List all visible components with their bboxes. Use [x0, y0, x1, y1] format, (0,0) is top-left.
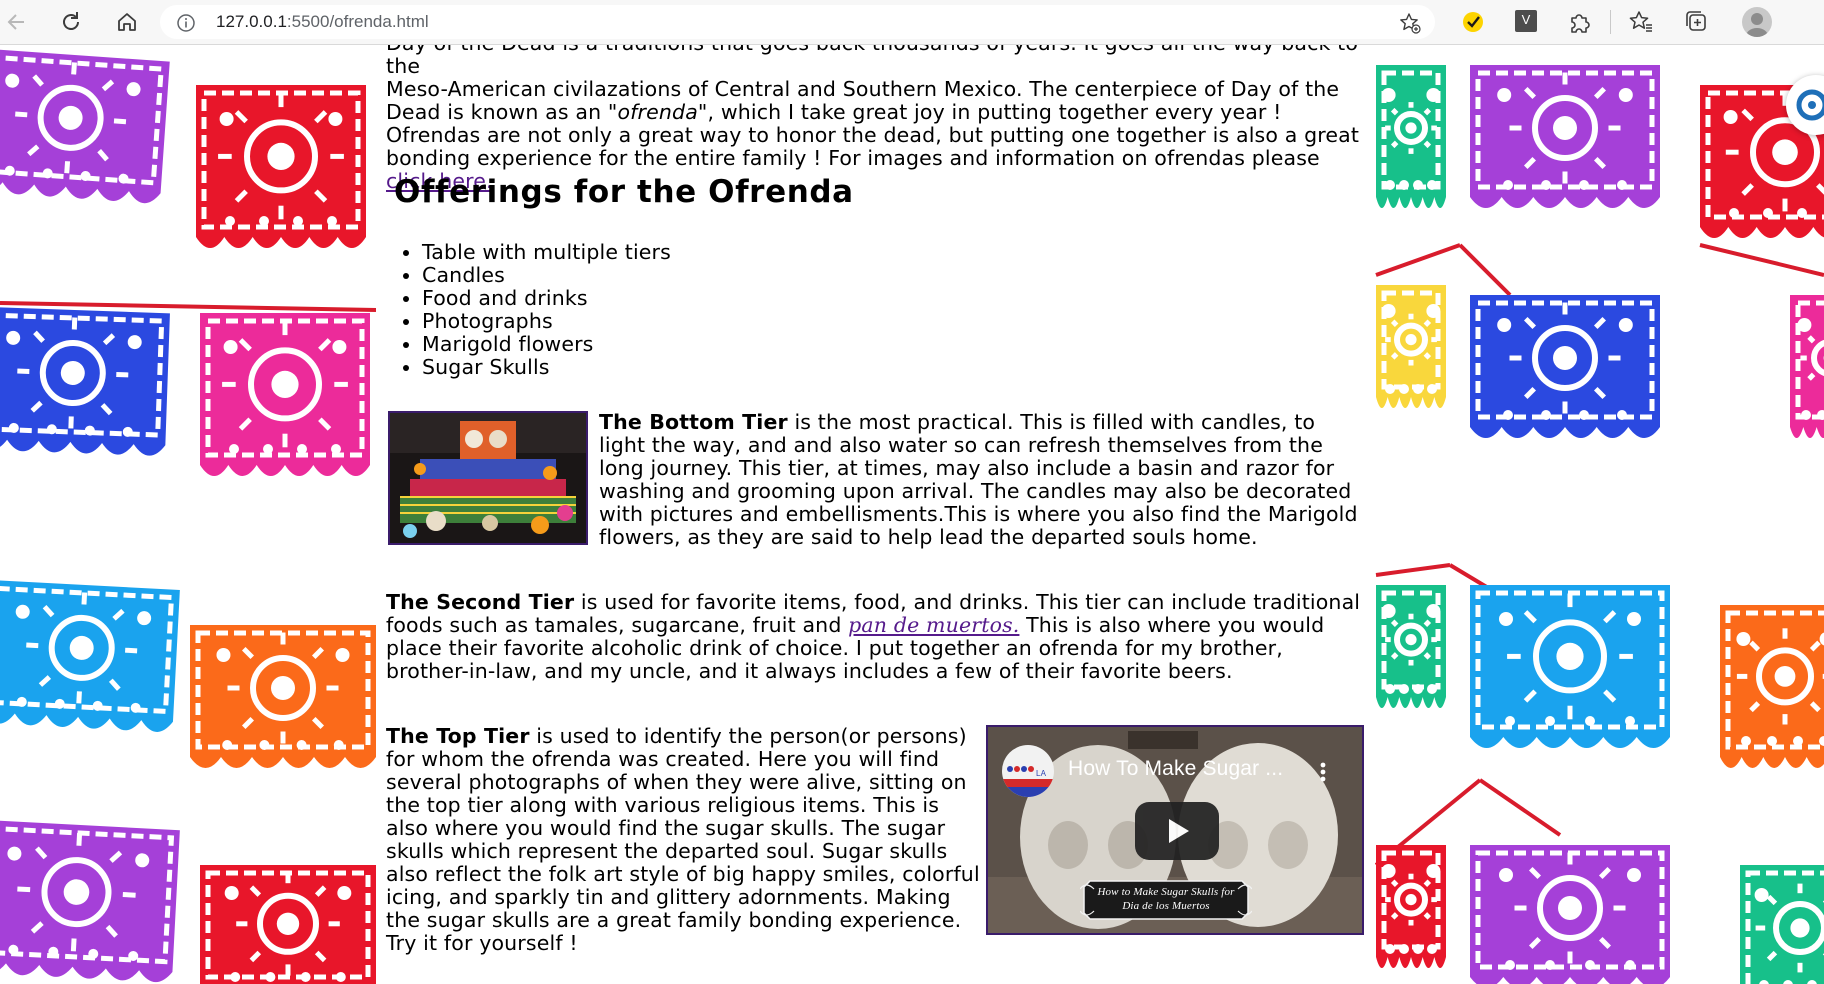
- banner-flag-pink: [1790, 295, 1824, 438]
- video-caption-banner: How to Make Sugar Skulls for Dia de los M…: [1080, 877, 1252, 923]
- toolbar-divider: [1610, 10, 1611, 34]
- intro-line-top: Day of the Dead is a traditions that goe…: [386, 45, 1358, 78]
- channel-logo[interactable]: LA: [1002, 745, 1054, 797]
- side-assistant-bubble[interactable]: [1786, 75, 1824, 135]
- favorites-icon[interactable]: [1628, 9, 1654, 39]
- offering-item: Table with multiple tiers: [422, 241, 671, 264]
- channel-logo-text: LA: [1036, 769, 1047, 778]
- browser-toolbar: 127.0.0.1:5500/ofrenda.html V: [0, 0, 1824, 45]
- video-title[interactable]: How To Make Sugar ...: [1068, 757, 1283, 780]
- top-tier-text: is used to identify the person(or person…: [386, 724, 980, 955]
- intro-paragraph: Day of the Dead is a traditions that goe…: [386, 45, 1366, 193]
- banner-flag-purple: [0, 48, 170, 204]
- offerings-list: Table with multiple tiersCandlesFood and…: [386, 241, 671, 379]
- url-text[interactable]: 127.0.0.1:5500/ofrenda.html: [216, 12, 429, 32]
- page-viewport: Day of the Dead is a traditions that goe…: [0, 45, 1824, 984]
- banner-flag-blue: [1470, 295, 1660, 438]
- info-icon[interactable]: [176, 13, 196, 37]
- banner-string: [0, 301, 377, 312]
- bottom-tier-title: The Bottom Tier: [599, 410, 788, 434]
- offerings-heading: Offerings for the Ofrenda: [394, 174, 854, 210]
- url-host: 127.0.0.1: [216, 12, 287, 31]
- banner-string: [1478, 778, 1562, 837]
- banner-flag-purple: [1470, 845, 1670, 984]
- banner-flag-pink: [200, 313, 370, 476]
- banner-flag-lightblue: [1470, 585, 1670, 748]
- play-icon: [1169, 819, 1189, 843]
- banner-flag-teal: [1376, 65, 1446, 208]
- top-tier-title: The Top Tier: [386, 724, 530, 748]
- banner-string: [1375, 563, 1451, 577]
- youtube-video-embed[interactable]: LA How To Make Sugar ... How to Make Sug…: [986, 725, 1364, 935]
- back-arrow-icon[interactable]: [2, 8, 32, 36]
- v-extension-icon[interactable]: V: [1514, 9, 1538, 37]
- banner-flag-teal: [1740, 865, 1824, 984]
- puzzle-icon[interactable]: [1566, 9, 1592, 39]
- offering-item: Sugar Skulls: [422, 356, 671, 379]
- bottom-tier-paragraph: The Bottom Tier is the most practical. T…: [599, 411, 1367, 549]
- banner-string: [1699, 243, 1824, 277]
- address-bar[interactable]: 127.0.0.1:5500/ofrenda.html: [160, 5, 1435, 39]
- url-path: :5500/ofrenda.html: [286, 12, 429, 31]
- banner-string: [1375, 243, 1461, 277]
- banner-flag-red: [200, 865, 376, 984]
- second-tier-title: The Second Tier: [386, 590, 575, 614]
- pan-de-muertos-link-text: pan de muertos.: [848, 613, 1020, 637]
- star-add-icon[interactable]: [1399, 12, 1421, 38]
- banner-flag-yellow: [1376, 285, 1446, 408]
- banner-string: [1458, 243, 1512, 297]
- offering-item: Candles: [422, 264, 671, 287]
- top-tier-paragraph: The Top Tier is used to identify the per…: [386, 725, 986, 955]
- offering-item: Food and drinks: [422, 287, 671, 310]
- banner-flag-teal: [1376, 585, 1446, 708]
- banner-flag-red: [196, 85, 366, 248]
- banner-flag-blue: [0, 306, 170, 456]
- play-button[interactable]: [1135, 802, 1219, 860]
- reload-icon[interactable]: [56, 8, 86, 36]
- second-tier-paragraph: The Second Tier is used for favorite ite…: [386, 591, 1366, 683]
- norton-check-icon[interactable]: [1460, 9, 1486, 39]
- offering-item: Photographs: [422, 310, 671, 333]
- offering-item: Marigold flowers: [422, 333, 671, 356]
- caption-line-2: Dia de los Muertos: [1122, 900, 1210, 912]
- v-extension-label: V: [1521, 12, 1531, 27]
- banner-flag-orange: [1720, 605, 1824, 768]
- home-icon[interactable]: [112, 8, 142, 36]
- main-content: Day of the Dead is a traditions that goe…: [376, 45, 1375, 955]
- caption-line-1: How to Make Sugar Skulls for: [1097, 886, 1235, 898]
- more-options-icon[interactable]: [1319, 761, 1327, 788]
- ofrenda-photo: [388, 411, 588, 545]
- profile-avatar-icon[interactable]: [1742, 7, 1772, 37]
- pan-de-muertos-link[interactable]: pan de muertos.: [848, 613, 1019, 637]
- banner-flag-lightblue: [0, 580, 180, 732]
- banner-flag-orange: [190, 625, 376, 768]
- ofrenda-word: "ofrenda": [607, 100, 708, 124]
- banner-flag-purple: [0, 819, 180, 983]
- collections-icon[interactable]: [1684, 9, 1710, 39]
- banner-flag-purple: [1470, 65, 1660, 208]
- banner-flag-red: [1376, 845, 1446, 968]
